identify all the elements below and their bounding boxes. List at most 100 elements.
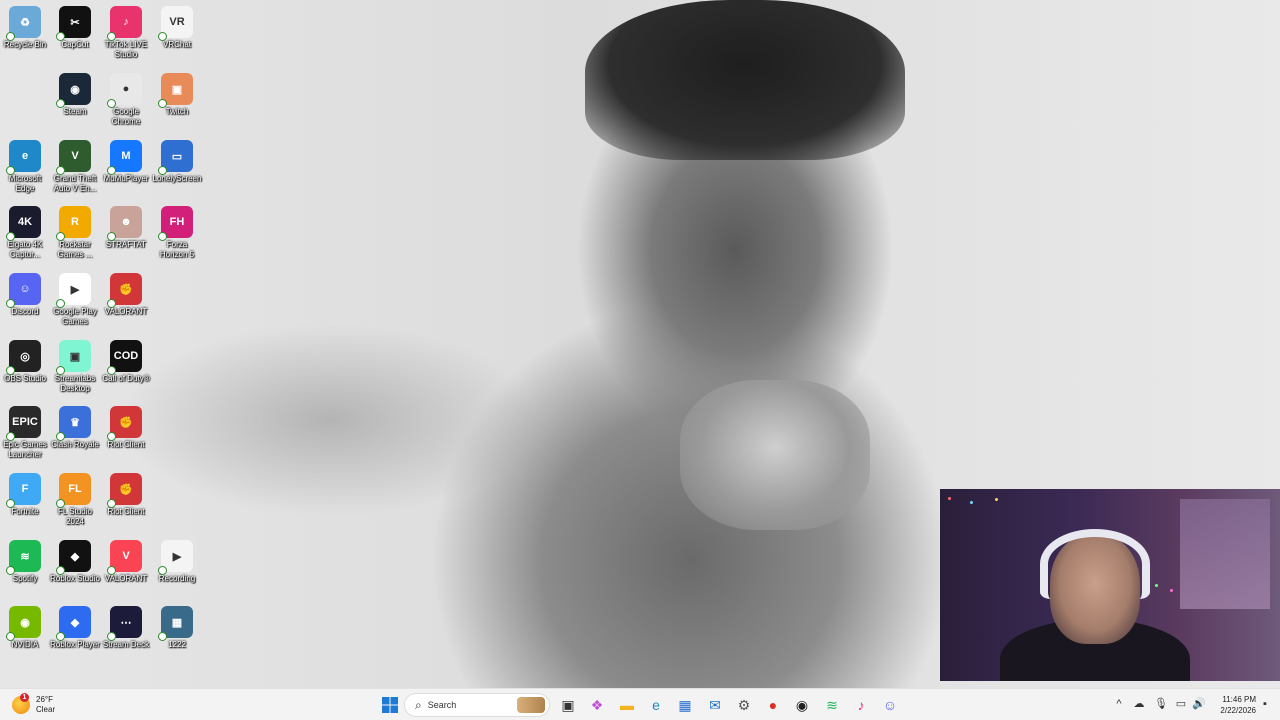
desktop-shortcut[interactable]: ◆ Roblox Studio	[50, 536, 100, 584]
desktop-shortcut-label: VALORANT	[104, 574, 148, 583]
desktop-shortcut[interactable]: ✂ CapCut	[50, 2, 100, 50]
desktop-shortcut[interactable]: V VALORANT	[101, 536, 151, 584]
sync-status-icon	[56, 566, 65, 575]
webcam-window	[1180, 499, 1270, 609]
notification-bell-icon[interactable]: ▪	[1258, 697, 1272, 711]
desktop-shortcut-label: Stream Deck	[102, 640, 150, 649]
desktop-shortcut-label: Discord	[11, 307, 39, 316]
desktop-shortcut-label: LonelyScreen	[152, 174, 202, 183]
desktop-shortcut[interactable]: M MuMuPlayer	[101, 136, 151, 184]
sync-status-icon	[107, 499, 116, 508]
sync-status-icon	[107, 366, 116, 375]
desktop-shortcut[interactable]: ✊ VALORANT	[101, 269, 151, 317]
microphone-icon[interactable]: 🎙	[1154, 697, 1168, 711]
weather-moon-icon: 1	[12, 693, 30, 714]
desktop-shortcut[interactable]: R Rockstar Games ...	[50, 202, 100, 260]
sync-status-icon	[107, 632, 116, 641]
desktop-shortcut[interactable]: ◆ Roblox Player	[50, 602, 100, 650]
desktop-shortcut[interactable]: ◉ Steam	[50, 69, 100, 117]
desktop-shortcut[interactable]: COD Call of Duty®	[101, 336, 151, 384]
desktop-shortcut[interactable]: FL FL Studio 2024	[50, 469, 100, 527]
desktop-shortcut[interactable]: ▶ Google Play Games	[50, 269, 100, 327]
spotify-taskbar-icon[interactable]: ≋	[820, 693, 844, 717]
video-file-icon: ▦	[158, 606, 193, 641]
tiktok-taskbar-icon[interactable]: ♪	[849, 693, 873, 717]
desktop-shortcut-label: Forza Horizon 5	[159, 240, 195, 259]
chrome-taskbar-icon[interactable]: ●	[761, 693, 785, 717]
desktop-shortcut[interactable]: FH Forza Horizon 5	[152, 202, 202, 260]
settings-icon[interactable]: ⚙	[732, 693, 756, 717]
sync-status-icon	[56, 366, 65, 375]
desktop-shortcut[interactable]: V Grand Theft Auto V En...	[50, 136, 100, 194]
desktop-shortcut-label: MuMuPlayer	[103, 174, 149, 183]
desktop-shortcut[interactable]: ◎ OBS Studio	[0, 336, 50, 384]
desktop-shortcut[interactable]: ● Google Chrome	[101, 69, 151, 127]
google-play-games-icon: ▶	[56, 273, 91, 308]
file-explorer-icon[interactable]: ▬	[615, 693, 639, 717]
copilot-icon[interactable]: ❖	[585, 693, 609, 717]
desktop-shortcut[interactable]: VR VRChat	[152, 2, 202, 50]
desktop-shortcut-label: Rockstar Games ...	[57, 240, 93, 259]
clock[interactable]: 11:46 PM 2/22/2026	[1210, 694, 1256, 716]
desktop-shortcut[interactable]: ▣ Streamlabs Desktop	[50, 336, 100, 394]
tray-overflow-chevron-icon[interactable]: ^	[1112, 697, 1126, 711]
desktop-shortcut[interactable]: ♛ Clash Royale	[50, 402, 100, 450]
desktop-shortcut-label: Riot Client	[107, 507, 145, 516]
start-button[interactable]	[378, 693, 402, 717]
desktop-shortcut-label: VALORANT	[104, 307, 148, 316]
desktop-shortcut[interactable]: ▣ Twitch	[152, 69, 202, 117]
desktop-shortcut-label: Twitch	[165, 107, 189, 116]
onedrive-tray-icon[interactable]: ☁	[1132, 697, 1146, 711]
weather-widget[interactable]: 1 26°F Clear	[12, 693, 55, 717]
desktop-shortcut-label: Google Play Games	[53, 307, 97, 326]
sync-status-icon	[6, 232, 15, 241]
desktop-shortcut-label: Recycle Bin	[3, 40, 47, 49]
desktop-shortcut-label: Riot Client	[107, 440, 145, 449]
desktop-shortcut[interactable]: ▦ 1222	[152, 602, 202, 650]
desktop-shortcut[interactable]: ⋯ Stream Deck	[101, 602, 151, 650]
sync-status-icon	[158, 232, 167, 241]
edge-taskbar-icon[interactable]: e	[644, 693, 668, 717]
sync-status-icon	[6, 632, 15, 641]
desktop-shortcut[interactable]: 4K Elgato 4K Captur...	[0, 202, 50, 260]
wallpaper-fist	[680, 380, 870, 530]
sync-status-icon	[6, 566, 15, 575]
network-icon[interactable]: ▭	[1174, 697, 1188, 711]
riot-client-icon-2: ✊	[107, 473, 142, 508]
desktop-shortcut[interactable]: EPIC Epic Games Launcher	[0, 402, 50, 460]
outlook-icon[interactable]: ✉	[703, 693, 727, 717]
steam-icon: ◉	[56, 73, 91, 108]
roblox-studio-icon: ◆	[56, 540, 91, 575]
desktop-shortcut[interactable]: ☺ Discord	[0, 269, 50, 317]
sync-status-icon	[158, 566, 167, 575]
desktop-shortcut-label: Steam	[63, 107, 87, 116]
desktop-shortcut[interactable]: ☻ STRAFTAT	[101, 202, 151, 250]
microsoft-store-icon[interactable]: ▦	[673, 693, 697, 717]
desktop-shortcut[interactable]: ▶ Recording	[152, 536, 202, 584]
recycle-bin-icon: ♻	[6, 6, 41, 41]
sync-status-icon	[6, 299, 15, 308]
desktop-shortcut[interactable]: ≋ Spotify	[0, 536, 50, 584]
desktop-shortcut[interactable]: e Microsoft Edge	[0, 136, 50, 194]
desktop-shortcut[interactable]: ▭ LonelyScreen	[152, 136, 202, 184]
sync-status-icon	[56, 632, 65, 641]
desktop-shortcut[interactable]: ♻ Recycle Bin	[0, 2, 50, 50]
desktop-shortcut-label: VRChat	[162, 40, 191, 49]
desktop-shortcut-label: CapCut	[61, 40, 89, 49]
taskbar-search-box[interactable]: ⌕ Search	[404, 693, 550, 717]
desktop-shortcut-label: FL Studio 2024	[58, 507, 92, 526]
sync-status-icon	[107, 232, 116, 241]
desktop-shortcut-label: Elgato 4K Captur...	[7, 240, 43, 259]
desktop-shortcut[interactable]: ♪ TikTok LIVE Studio	[101, 2, 151, 60]
recording-file-icon: ▶	[158, 540, 193, 575]
volume-icon[interactable]: 🔊	[1192, 697, 1206, 711]
discord-taskbar-icon[interactable]: ☺	[878, 693, 902, 717]
task-view-icon[interactable]: ▣	[556, 693, 580, 717]
epic-games-icon: EPIC	[6, 406, 41, 441]
desktop-shortcut[interactable]: ✊ Riot Client	[101, 469, 151, 517]
desktop-shortcut[interactable]: F Fortnite	[0, 469, 50, 517]
github-icon[interactable]: ◉	[790, 693, 814, 717]
desktop-shortcut[interactable]: ✊ Riot Client	[101, 402, 151, 450]
desktop-shortcut[interactable]: ◉ NVIDIA	[0, 602, 50, 650]
sync-status-icon	[158, 632, 167, 641]
